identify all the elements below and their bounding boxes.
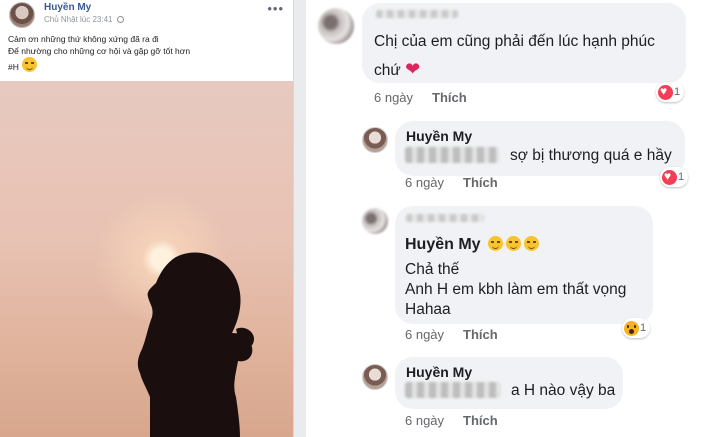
post-hashtag-row: #H — [8, 57, 288, 74]
reaction-count: 1 — [678, 171, 685, 183]
post-timestamp[interactable]: Chủ Nhật lúc 23:41 — [44, 15, 113, 24]
smile-emoji-icon — [21, 57, 37, 72]
comment-text-row: chứ ❤ — [374, 59, 420, 80]
comment-text-blurred — [405, 382, 501, 398]
heart-reaction-icon — [658, 84, 673, 100]
like-button[interactable]: Thích — [463, 327, 498, 342]
post-header: Huyền My Chủ Nhật lúc 23:41 ••• — [0, 0, 293, 30]
comment-text-line: chứ — [374, 62, 401, 79]
like-button[interactable]: Thích — [432, 90, 467, 105]
comment-text: sợ bị thương quá e hầy — [510, 147, 672, 164]
wow-reaction-icon — [624, 320, 639, 336]
reaction-badge[interactable]: 1 — [622, 318, 651, 338]
comment-text-line: Chị của em cũng phải đến lúc hạnh phúc — [374, 33, 655, 50]
post-card: Huyền My Chủ Nhật lúc 23:41 ••• Cảm ơn n… — [0, 0, 294, 437]
comment-time[interactable]: 6 ngày — [405, 413, 444, 428]
reaction-count: 1 — [640, 322, 647, 334]
comment-author-name[interactable]: Huyền My — [405, 236, 481, 253]
woman-silhouette — [137, 252, 254, 437]
more-icon[interactable]: ••• — [267, 1, 284, 16]
comment-text: a H nào vậy ba — [511, 382, 616, 399]
comment-time[interactable]: 6 ngày — [374, 90, 413, 105]
comment-author-name[interactable]: Huyền My — [406, 364, 472, 380]
post-photo[interactable] — [0, 81, 293, 437]
reaction-badge[interactable]: 1 — [656, 82, 685, 102]
globe-icon — [116, 16, 124, 23]
comment-time[interactable]: 6 ngày — [405, 327, 444, 342]
heart-reaction-icon — [662, 169, 677, 185]
comment-text-line: Hahaa — [405, 301, 451, 318]
heart-emoji-icon: ❤ — [405, 59, 421, 79]
comment-author-name[interactable]: Huyền My — [406, 128, 472, 144]
hashtag-link[interactable]: #H — [8, 62, 19, 72]
comments-panel: Chị của em cũng phải đến lúc hạnh phúc c… — [306, 0, 724, 437]
author-avatar[interactable] — [362, 364, 388, 390]
post-text-line: Cảm ơn những thứ không xứng đã ra đi — [8, 34, 159, 44]
comment-author-row: Huyền My — [405, 236, 540, 254]
smile-emoji-icon — [488, 236, 504, 251]
like-button[interactable]: Thích — [463, 413, 498, 428]
author-avatar[interactable] — [9, 2, 35, 28]
commenter-avatar[interactable] — [362, 208, 388, 234]
comment-text-line: Anh H em kbh làm em thất vọng — [405, 281, 627, 298]
commenter-avatar[interactable] — [318, 8, 354, 44]
like-button[interactable]: Thích — [463, 175, 498, 190]
reaction-count: 1 — [674, 86, 681, 98]
commenter-name-blurred[interactable] — [406, 214, 484, 222]
post-timestamp-row: Chủ Nhật lúc 23:41 — [44, 15, 124, 24]
post-author-name[interactable]: Huyền My — [44, 2, 91, 13]
smile-emoji-icon — [506, 236, 522, 251]
comment-time[interactable]: 6 ngày — [405, 175, 444, 190]
post-text-line: Để nhường cho những cơ hội và gặp gỡ tốt… — [8, 45, 191, 56]
comment-text-blurred — [405, 147, 499, 163]
author-avatar[interactable] — [362, 127, 388, 153]
reaction-badge[interactable]: 1 — [660, 167, 689, 187]
smile-emoji-icon — [524, 236, 540, 251]
comment-text-line: Chả thế — [405, 261, 460, 278]
post-text: Cảm ơn những thứ không xứng đã ra đi Để … — [8, 34, 288, 74]
commenter-name-blurred[interactable] — [376, 10, 458, 18]
